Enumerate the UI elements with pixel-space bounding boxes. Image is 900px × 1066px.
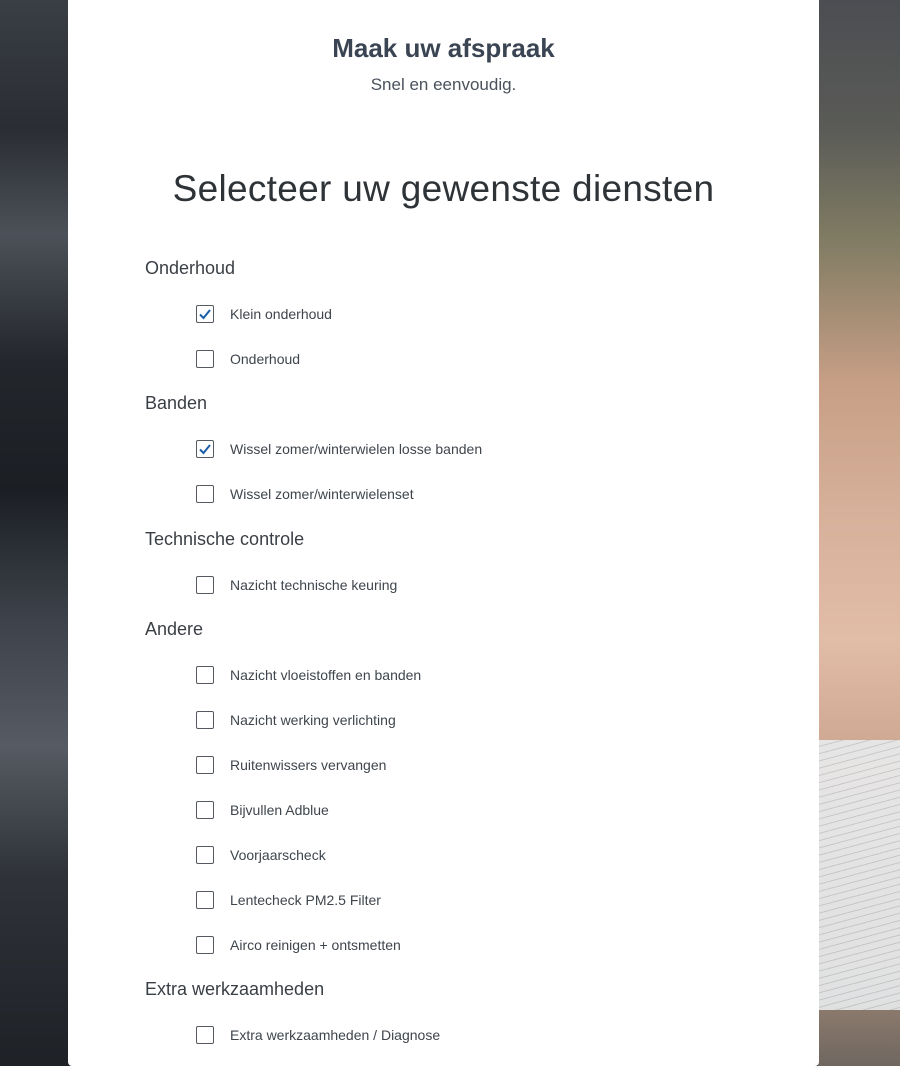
- card-subtitle: Snel en eenvoudig.: [370, 75, 517, 94]
- option-airco-reinigen[interactable]: Airco reinigen + ontsmetten: [196, 934, 401, 956]
- option-label: Onderhoud: [230, 351, 301, 367]
- option-label: Airco reinigen + ontsmetten: [230, 937, 401, 953]
- section-title: Selecteer uw gewenste diensten: [172, 168, 715, 209]
- checkbox-wissel-wielenset[interactable]: [196, 485, 214, 503]
- category-onderhoud: Onderhoud: [145, 258, 236, 278]
- checkbox-nazicht-verlichting[interactable]: [196, 711, 214, 729]
- option-label: Voorjaarscheck: [230, 847, 326, 863]
- category-technische-controle: Technische controle: [145, 529, 305, 549]
- option-nazicht-vloeistoffen[interactable]: Nazicht vloeistoffen en banden: [196, 664, 421, 686]
- checkbox-bijvullen-adblue[interactable]: [196, 801, 214, 819]
- option-label: Bijvullen Adblue: [230, 802, 329, 818]
- category-extra-werkzaamheden: Extra werkzaamheden: [145, 979, 325, 999]
- checkbox-klein-onderhoud[interactable]: [196, 305, 214, 323]
- option-label: Nazicht technische keuring: [230, 577, 398, 593]
- checkbox-airco-reinigen[interactable]: [196, 936, 214, 954]
- checkbox-wissel-losse-banden[interactable]: [196, 440, 214, 458]
- appointment-card: Maak uw afspraak Snel en eenvoudig. Sele…: [68, 0, 819, 1066]
- option-extra-diagnose[interactable]: Extra werkzaamheden / Diagnose: [196, 1024, 440, 1046]
- option-onderhoud[interactable]: Onderhoud: [196, 348, 300, 370]
- checkbox-extra-diagnose[interactable]: [196, 1026, 214, 1044]
- option-label: Wissel zomer/winterwielen losse banden: [230, 441, 483, 457]
- option-nazicht-verlichting[interactable]: Nazicht werking verlichting: [196, 709, 396, 731]
- option-voorjaarscheck[interactable]: Voorjaarscheck: [196, 844, 326, 866]
- background-left: [0, 0, 70, 1066]
- category-banden: Banden: [145, 393, 208, 413]
- card-title: Maak uw afspraak: [332, 33, 555, 63]
- background-paper: [818, 740, 900, 1010]
- option-wissel-wielenset[interactable]: Wissel zomer/winterwielenset: [196, 483, 414, 505]
- checkbox-nazicht-technische-keuring[interactable]: [196, 576, 214, 594]
- option-klein-onderhoud[interactable]: Klein onderhoud: [196, 303, 332, 325]
- option-label: Nazicht werking verlichting: [230, 712, 396, 728]
- option-lentecheck[interactable]: Lentecheck PM2.5 Filter: [196, 889, 381, 911]
- checkbox-voorjaarscheck[interactable]: [196, 846, 214, 864]
- option-label: Lentecheck PM2.5 Filter: [230, 892, 381, 908]
- category-andere: Andere: [145, 619, 204, 639]
- checkmark-icon: [199, 444, 211, 455]
- option-ruitenwissers[interactable]: Ruitenwissers vervangen: [196, 754, 386, 776]
- option-wissel-losse-banden[interactable]: Wissel zomer/winterwielen losse banden: [196, 438, 482, 460]
- checkmark-icon: [199, 309, 211, 320]
- option-label: Nazicht vloeistoffen en banden: [230, 667, 422, 683]
- checkbox-onderhoud[interactable]: [196, 350, 214, 368]
- option-bijvullen-adblue[interactable]: Bijvullen Adblue: [196, 799, 329, 821]
- option-label: Extra werkzaamheden / Diagnose: [230, 1027, 441, 1043]
- option-label: Klein onderhoud: [230, 306, 332, 322]
- checkbox-nazicht-vloeistoffen[interactable]: [196, 666, 214, 684]
- option-label: Wissel zomer/winterwielenset: [230, 486, 414, 502]
- option-label: Ruitenwissers vervangen: [230, 757, 387, 773]
- checkbox-ruitenwissers[interactable]: [196, 756, 214, 774]
- checkbox-lentecheck[interactable]: [196, 891, 214, 909]
- option-nazicht-technische-keuring[interactable]: Nazicht technische keuring: [196, 574, 397, 596]
